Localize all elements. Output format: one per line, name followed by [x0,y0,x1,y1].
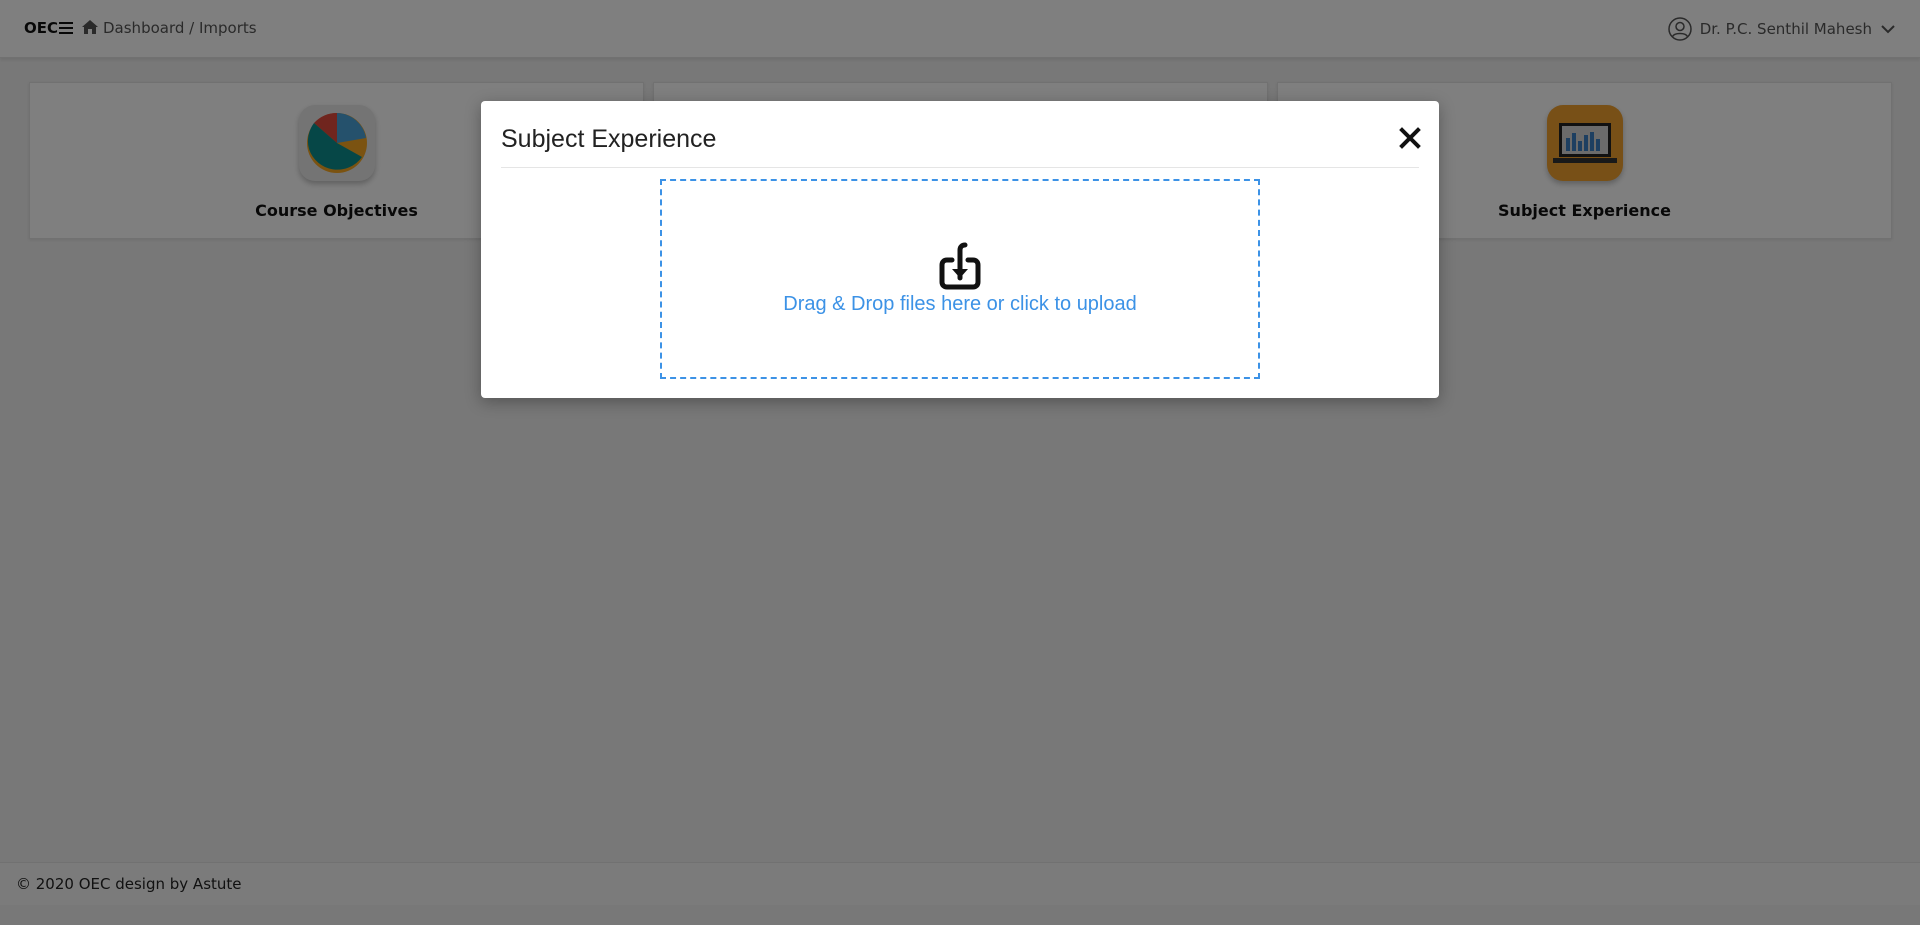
close-icon[interactable] [1399,127,1421,149]
modal-title: Subject Experience [501,125,717,153]
modal-divider [501,167,1419,168]
dropzone-text: Drag & Drop files here or click to uploa… [783,293,1137,315]
upload-icon [939,242,981,290]
upload-modal: Subject Experience Drag & Drop files her… [481,101,1439,398]
file-dropzone[interactable]: Drag & Drop files here or click to uploa… [660,179,1260,379]
